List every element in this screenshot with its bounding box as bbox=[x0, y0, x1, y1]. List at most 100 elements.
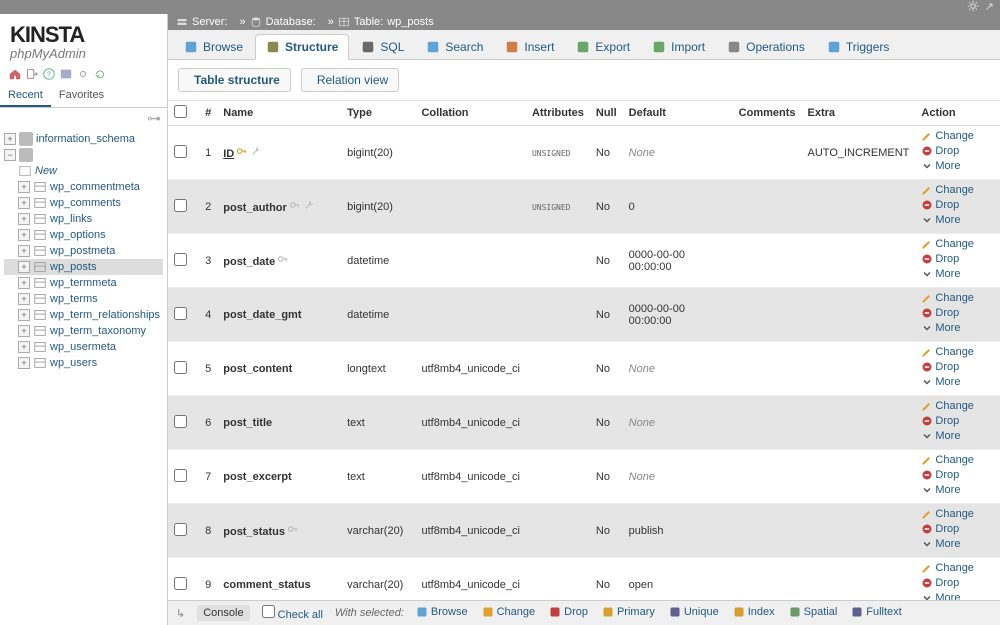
column-name[interactable]: post_excerpt bbox=[223, 471, 291, 483]
tree-table-wp_posts[interactable]: wp_posts bbox=[50, 261, 96, 273]
subtab-table-structure[interactable]: Table structure bbox=[178, 68, 291, 92]
drop-action[interactable]: Drop bbox=[921, 523, 959, 535]
more-action[interactable]: More bbox=[921, 214, 960, 226]
tab-triggers[interactable]: Triggers bbox=[817, 34, 900, 59]
console-button[interactable]: Console bbox=[197, 605, 249, 621]
expand-icon[interactable]: + bbox=[18, 197, 30, 209]
more-action[interactable]: More bbox=[921, 268, 960, 280]
tab-import[interactable]: Import bbox=[642, 34, 715, 59]
tree-table-wp_term_taxonomy[interactable]: wp_term_taxonomy bbox=[50, 325, 146, 337]
row-checkbox[interactable] bbox=[174, 145, 187, 158]
col-collation-header[interactable]: Collation bbox=[415, 101, 525, 126]
change-action[interactable]: Change bbox=[921, 292, 974, 304]
more-action[interactable]: More bbox=[921, 430, 960, 442]
bulk-drop-action[interactable]: Drop bbox=[549, 606, 588, 618]
tab-recent[interactable]: Recent bbox=[0, 85, 51, 107]
tab-operations[interactable]: Operations bbox=[717, 34, 815, 59]
more-action[interactable]: More bbox=[921, 592, 960, 600]
row-checkbox[interactable] bbox=[174, 253, 187, 266]
expand-icon[interactable]: + bbox=[18, 277, 30, 289]
col-attr-header[interactable]: Attributes bbox=[526, 101, 590, 126]
tree-table-wp_term_relationships[interactable]: wp_term_relationships bbox=[50, 309, 160, 321]
col-default-header[interactable]: Default bbox=[623, 101, 733, 126]
more-action[interactable]: More bbox=[921, 538, 960, 550]
row-checkbox[interactable] bbox=[174, 199, 187, 212]
column-name[interactable]: post_author bbox=[223, 202, 287, 214]
check-all-label[interactable]: Check all bbox=[262, 605, 323, 621]
change-action[interactable]: Change bbox=[921, 400, 974, 412]
tree-table-wp_links[interactable]: wp_links bbox=[50, 213, 92, 225]
drop-action[interactable]: Drop bbox=[921, 361, 959, 373]
logout-icon[interactable] bbox=[25, 67, 39, 81]
change-action[interactable]: Change bbox=[921, 454, 974, 466]
row-checkbox[interactable] bbox=[174, 415, 187, 428]
col-comments-header[interactable]: Comments bbox=[733, 101, 802, 126]
more-action[interactable]: More bbox=[921, 376, 960, 388]
tab-export[interactable]: Export bbox=[566, 34, 640, 59]
tree-database[interactable]: information_schema bbox=[36, 133, 135, 145]
drop-action[interactable]: Drop bbox=[921, 199, 959, 211]
expand-icon[interactable]: + bbox=[18, 341, 30, 353]
row-checkbox[interactable] bbox=[174, 577, 187, 590]
expand-icon[interactable]: − bbox=[4, 149, 16, 161]
home-icon[interactable] bbox=[8, 67, 22, 81]
row-checkbox[interactable] bbox=[174, 307, 187, 320]
sql-icon[interactable] bbox=[59, 67, 73, 81]
column-name[interactable]: post_status bbox=[223, 526, 285, 538]
expand-icon[interactable]: + bbox=[18, 213, 30, 225]
change-action[interactable]: Change bbox=[921, 346, 974, 358]
drop-action[interactable]: Drop bbox=[921, 145, 959, 157]
row-checkbox[interactable] bbox=[174, 361, 187, 374]
expand-icon[interactable]: + bbox=[18, 229, 30, 241]
tree-table-wp_termmeta[interactable]: wp_termmeta bbox=[50, 277, 117, 289]
tree-table-wp_usermeta[interactable]: wp_usermeta bbox=[50, 341, 116, 353]
col-extra-header[interactable]: Extra bbox=[802, 101, 916, 126]
column-name[interactable]: ID bbox=[223, 148, 234, 160]
col-num-header[interactable]: # bbox=[193, 101, 217, 126]
tab-browse[interactable]: Browse bbox=[174, 34, 253, 59]
collapse-icon[interactable]: ⊶ bbox=[0, 108, 167, 129]
expand-icon[interactable]: + bbox=[18, 181, 30, 193]
drop-action[interactable]: Drop bbox=[921, 253, 959, 265]
bulk-spatial-action[interactable]: Spatial bbox=[789, 606, 838, 618]
tree-new-table[interactable]: New bbox=[35, 165, 57, 177]
change-action[interactable]: Change bbox=[921, 130, 974, 142]
bulk-change-action[interactable]: Change bbox=[482, 606, 536, 618]
bulk-fulltext-action[interactable]: Fulltext bbox=[851, 606, 901, 618]
col-null-header[interactable]: Null bbox=[590, 101, 623, 126]
column-name[interactable]: post_title bbox=[223, 417, 272, 429]
expand-icon[interactable]: + bbox=[18, 245, 30, 257]
drop-action[interactable]: Drop bbox=[921, 415, 959, 427]
column-name[interactable]: post_content bbox=[223, 363, 292, 375]
check-all-checkbox[interactable] bbox=[262, 605, 275, 618]
change-action[interactable]: Change bbox=[921, 508, 974, 520]
expand-icon[interactable]: + bbox=[18, 357, 30, 369]
row-checkbox[interactable] bbox=[174, 523, 187, 536]
more-action[interactable]: More bbox=[921, 160, 960, 172]
bulk-browse-action[interactable]: Browse bbox=[416, 606, 468, 618]
expand-icon[interactable]: + bbox=[18, 309, 30, 321]
bulk-unique-action[interactable]: Unique bbox=[669, 606, 719, 618]
expand-icon[interactable]: + bbox=[18, 261, 30, 273]
more-action[interactable]: More bbox=[921, 484, 960, 496]
more-action[interactable]: More bbox=[921, 322, 960, 334]
drop-action[interactable]: Drop bbox=[921, 307, 959, 319]
bulk-index-action[interactable]: Index bbox=[733, 606, 775, 618]
settings-icon[interactable] bbox=[76, 67, 90, 81]
drop-action[interactable]: Drop bbox=[921, 577, 959, 589]
tab-favorites[interactable]: Favorites bbox=[51, 85, 112, 107]
col-name-header[interactable]: Name bbox=[217, 101, 341, 126]
tree-table-wp_postmeta[interactable]: wp_postmeta bbox=[50, 245, 115, 257]
bulk-primary-action[interactable]: Primary bbox=[602, 606, 655, 618]
subtab-relation-view[interactable]: Relation view bbox=[301, 68, 399, 92]
exit-icon[interactable]: ↗ bbox=[985, 0, 994, 15]
tree-table-wp_comments[interactable]: wp_comments bbox=[50, 197, 121, 209]
reload-icon[interactable] bbox=[93, 67, 107, 81]
tab-sql[interactable]: SQL bbox=[351, 34, 414, 59]
column-name[interactable]: post_date_gmt bbox=[223, 309, 301, 321]
change-action[interactable]: Change bbox=[921, 562, 974, 574]
docs-icon[interactable]: ? bbox=[42, 67, 56, 81]
tab-insert[interactable]: Insert bbox=[495, 34, 564, 59]
expand-icon[interactable]: + bbox=[4, 133, 16, 145]
col-type-header[interactable]: Type bbox=[341, 101, 415, 126]
